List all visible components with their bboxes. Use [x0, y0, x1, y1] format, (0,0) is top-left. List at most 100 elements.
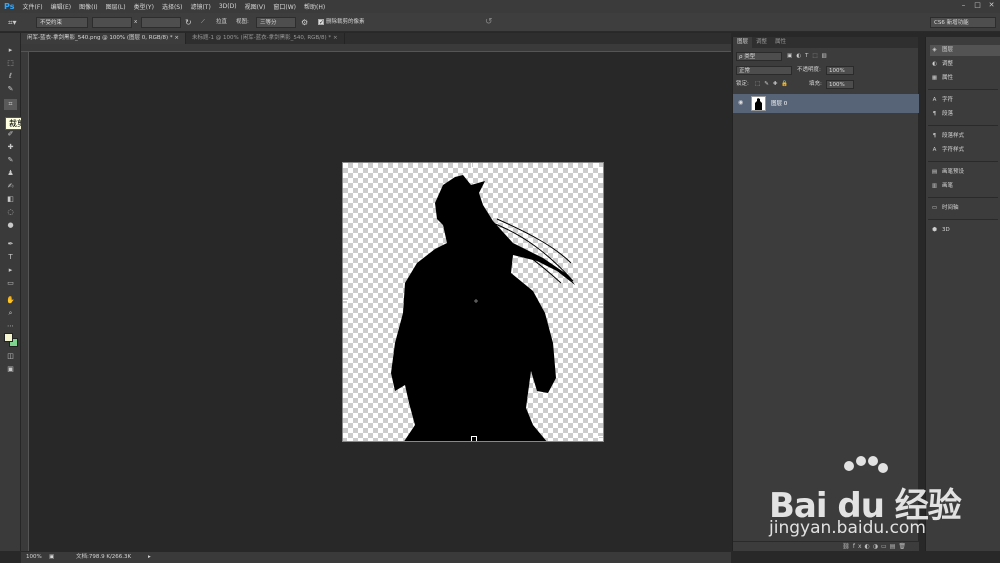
tab-properties[interactable]: 属性	[771, 37, 790, 48]
menu-view[interactable]: 视图(V)	[245, 2, 266, 11]
reset-icon[interactable]: ↺	[485, 17, 497, 28]
zoom-level[interactable]: 100%	[26, 552, 42, 563]
shape-tool-icon[interactable]: ▭	[4, 278, 17, 289]
status-arrow-icon[interactable]: ▸	[148, 552, 151, 563]
dock-divider	[928, 125, 998, 126]
type-tool-icon[interactable]: T	[4, 252, 17, 263]
zoom-tool-icon[interactable]: ⌕	[4, 308, 17, 319]
menu-file[interactable]: 文件(F)	[22, 2, 42, 11]
crop-handle-top-left[interactable]	[343, 163, 348, 168]
dock-brush-presets[interactable]: ▤ 画笔预设	[930, 167, 1000, 178]
menu-type[interactable]: 类型(Y)	[134, 2, 154, 11]
dock-layers[interactable]: ◈ 图层	[930, 45, 1000, 56]
eye-icon[interactable]: ◉	[738, 99, 743, 106]
eyedropper-tool-icon[interactable]: ✐	[4, 129, 17, 140]
layer-action-icons[interactable]: ⛓fx◐◑▭▤🗑	[842, 543, 909, 550]
dock-adjustments[interactable]: ◐ 调整	[930, 59, 1000, 70]
swap-icon[interactable]: ↻	[185, 17, 195, 28]
dock-divider	[928, 219, 998, 220]
fill-input[interactable]: 100%	[826, 80, 854, 89]
gradient-tool-icon[interactable]: ◌	[4, 207, 17, 218]
ratio-height-input[interactable]	[141, 17, 181, 28]
crop-handle-right[interactable]	[598, 300, 603, 306]
brush-tool-icon[interactable]: ✎	[4, 155, 17, 166]
menu-select[interactable]: 选择(S)	[162, 2, 183, 11]
workspace-select[interactable]: CS6 新增功能	[930, 17, 996, 28]
menu-edit[interactable]: 编辑(E)	[51, 2, 71, 11]
menu-image[interactable]: 图像(I)	[79, 2, 97, 11]
dock-divider	[928, 197, 998, 198]
crop-handle-left[interactable]	[343, 300, 348, 306]
more-tools-icon[interactable]: ⋯	[4, 321, 17, 332]
opacity-input[interactable]: 100%	[826, 66, 854, 75]
menu-3d[interactable]: 3D(D)	[219, 3, 237, 10]
dock-properties[interactable]: ▦ 属性	[930, 73, 1000, 84]
view-select[interactable]: 三等分	[256, 17, 296, 28]
close-icon[interactable]: ×	[174, 35, 179, 41]
gear-icon[interactable]: ⚙	[301, 17, 311, 28]
lock-icons[interactable]: ⬚✎✚🔒	[755, 78, 792, 91]
straighten-icon[interactable]: ⟋	[201, 17, 213, 28]
menu-filter[interactable]: 滤镜(T)	[190, 2, 210, 11]
stamp-tool-icon[interactable]: ♟	[4, 168, 17, 179]
kind-filter-select[interactable]: ρ 类型	[736, 52, 782, 61]
dock-3d[interactable]: ⬢ 3D	[930, 225, 1000, 236]
ratio-select[interactable]: 不受约束	[36, 17, 88, 28]
blend-mode-select[interactable]: 正常	[736, 66, 792, 75]
filter-icons[interactable]: ▣◐T⬚▥	[787, 50, 831, 63]
quick-select-tool-icon[interactable]: ✎	[4, 84, 17, 95]
crop-handle-bottom-right[interactable]	[598, 436, 603, 441]
tab-layers[interactable]: 图层	[733, 37, 753, 48]
screen-mode-icon[interactable]: ▣	[4, 364, 17, 375]
crop-handle-bottom-left[interactable]	[343, 436, 348, 441]
status-menu-icon[interactable]: ▣	[49, 552, 54, 563]
document-canvas[interactable]	[342, 162, 604, 442]
lasso-tool-icon[interactable]: ℓ	[4, 71, 17, 82]
dock-paragraph[interactable]: ¶ 段落	[930, 109, 1000, 120]
healing-tool-icon[interactable]: ✚	[4, 142, 17, 153]
blur-tool-icon[interactable]: ●	[4, 220, 17, 231]
menu-layer[interactable]: 图层(L)	[106, 2, 126, 11]
crop-tool-icon[interactable]: ⌗	[4, 99, 17, 110]
layer-name[interactable]: 图层 0	[771, 99, 787, 107]
path-select-tool-icon[interactable]: ▸	[4, 265, 17, 276]
dock-timeline[interactable]: ▭ 时间轴	[930, 203, 1000, 214]
dock-brush[interactable]: ▥ 画笔	[930, 181, 1000, 192]
horizontal-ruler[interactable]	[21, 44, 731, 52]
silhouette-image	[391, 175, 575, 441]
layer-item[interactable]: ◉ 图层 0	[733, 94, 919, 113]
vertical-ruler[interactable]	[21, 52, 29, 551]
menu-bar: Ps 文件(F) 编辑(E) 图像(I) 图层(L) 类型(Y) 选择(S) 滤…	[0, 0, 1000, 13]
eraser-tool-icon[interactable]: ◧	[4, 194, 17, 205]
crop-handle-top[interactable]	[471, 163, 477, 168]
menu-help[interactable]: 帮助(H)	[304, 2, 325, 11]
history-brush-tool-icon[interactable]: ✍	[4, 181, 17, 192]
tab-adjustments[interactable]: 调整	[752, 37, 771, 48]
crop-handle-top-right[interactable]	[598, 163, 603, 168]
delete-pixels-checkbox[interactable]	[318, 17, 324, 28]
ratio-width-input[interactable]	[92, 17, 132, 28]
tab-document-1[interactable]: 闲军-蓝衣-拿剑黑影_540.png @ 100% (图层 0, RGB/8) …	[21, 33, 187, 44]
crop-tool-preset-icon[interactable]: ⌗▾	[8, 17, 22, 28]
minimize-button[interactable]: –	[959, 1, 968, 10]
tab-document-2[interactable]: 未标题-1 @ 100% (闲军-蓝衣-拿剑黑影_540, RGB/8) * ×	[186, 33, 345, 44]
delete-pixels-option[interactable]: 删除裁剪的像素	[318, 17, 398, 28]
marquee-tool-icon[interactable]: ⬚	[4, 58, 17, 69]
foreground-color-swatch[interactable]	[4, 333, 13, 342]
dock-paragraph-styles[interactable]: ¶ 段落样式	[930, 131, 1000, 142]
dock-character-styles[interactable]: A 字符样式	[930, 145, 1000, 156]
straighten-label[interactable]: 拉直	[216, 17, 234, 28]
move-tool-icon[interactable]: ▸	[4, 45, 17, 56]
close-button[interactable]: ✕	[987, 1, 996, 10]
dock-label: 段落	[942, 111, 954, 117]
maximize-button[interactable]: □	[973, 1, 982, 10]
hand-tool-icon[interactable]: ✋	[4, 295, 17, 306]
crop-handle-bottom[interactable]	[471, 436, 477, 441]
watermark-url: jingyan.baidu.com	[769, 518, 926, 538]
character-style-icon: A	[932, 147, 937, 153]
menu-window[interactable]: 窗口(W)	[273, 2, 296, 11]
pen-tool-icon[interactable]: ✒	[4, 239, 17, 250]
quick-mask-icon[interactable]: ◫	[4, 351, 17, 362]
dock-character[interactable]: A 字符	[930, 95, 1000, 106]
close-icon[interactable]: ×	[333, 35, 338, 41]
